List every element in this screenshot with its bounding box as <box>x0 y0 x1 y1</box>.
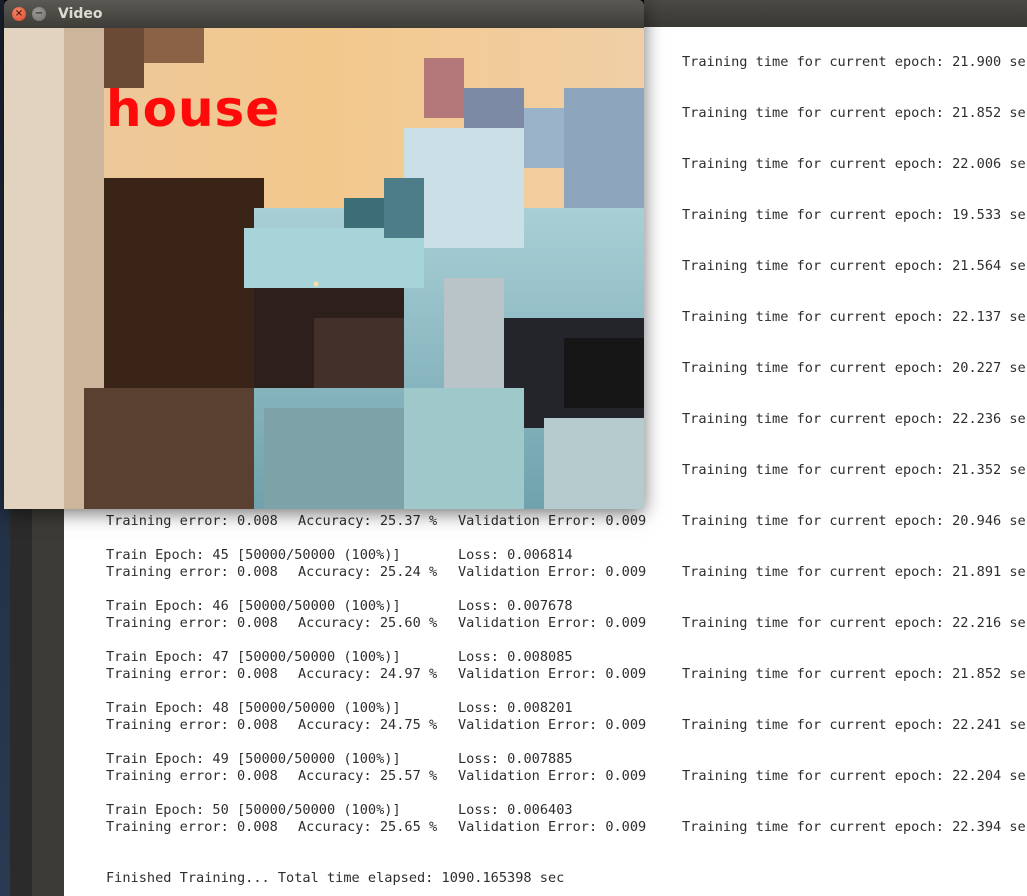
training-error-text: Training error: 0.008 <box>106 615 278 631</box>
accuracy-text: Accuracy: 24.75 % <box>298 717 438 733</box>
validation-error-text: Validation Error: 0.009 <box>458 564 647 580</box>
epoch-time-text: Training time for current epoch: 21.852 … <box>682 666 1027 682</box>
epoch-header-text: Train Epoch: 48 [50000/50000 (100%)] <box>106 700 401 716</box>
loss-text: Loss: 0.008201 <box>458 700 573 716</box>
epoch-time-text: Training time for current epoch: 21.891 … <box>682 564 1027 580</box>
epoch-time-text: Training time for current epoch: 22.241 … <box>682 717 1027 733</box>
loss-text: Loss: 0.006403 <box>458 802 573 818</box>
accuracy-text: Accuracy: 25.57 % <box>298 768 438 784</box>
epoch-time-text: Training time for current epoch: 22.006 … <box>682 156 1027 172</box>
epoch-header-text: Train Epoch: 47 [50000/50000 (100%)] <box>106 649 401 665</box>
epoch-header-text: Train Epoch: 45 [50000/50000 (100%)] <box>106 547 401 563</box>
epoch-header-text: Train Epoch: 46 [50000/50000 (100%)] <box>106 598 401 614</box>
finished-line: Finished Training... Total time elapsed:… <box>106 870 565 886</box>
epoch-time-text: Training time for current epoch: 19.533 … <box>682 207 1027 223</box>
prediction-label: house <box>106 80 281 138</box>
accuracy-text: Accuracy: 25.65 % <box>298 819 438 835</box>
epoch-time-text: Training time for current epoch: 20.227 … <box>682 360 1027 376</box>
epoch-time-text: Training time for current epoch: 21.564 … <box>682 258 1027 274</box>
training-error-text: Training error: 0.008 <box>106 819 278 835</box>
close-icon[interactable]: × <box>12 7 26 21</box>
validation-error-text: Validation Error: 0.009 <box>458 513 647 529</box>
loss-text: Loss: 0.006814 <box>458 547 573 563</box>
training-error-text: Training error: 0.008 <box>106 513 278 529</box>
accuracy-text: Accuracy: 24.97 % <box>298 666 438 682</box>
validation-error-text: Validation Error: 0.009 <box>458 615 647 631</box>
training-error-text: Training error: 0.008 <box>106 717 278 733</box>
epoch-header-text: Train Epoch: 50 [50000/50000 (100%)] <box>106 802 401 818</box>
training-error-text: Training error: 0.008 <box>106 768 278 784</box>
epoch-time-text: Training time for current epoch: 22.236 … <box>682 411 1027 427</box>
accuracy-text: Accuracy: 25.37 % <box>298 513 438 529</box>
validation-error-text: Validation Error: 0.009 <box>458 717 647 733</box>
epoch-time-text: Training time for current epoch: 22.394 … <box>682 819 1027 835</box>
loss-text: Loss: 0.008085 <box>458 649 573 665</box>
video-frame: house <box>4 28 644 509</box>
validation-error-text: Validation Error: 0.009 <box>458 819 647 835</box>
training-error-text: Training error: 0.008 <box>106 666 278 682</box>
video-titlebar[interactable]: × − Video <box>4 0 644 28</box>
accuracy-text: Accuracy: 25.60 % <box>298 615 438 631</box>
minimize-icon[interactable]: − <box>32 7 46 21</box>
training-error-text: Training error: 0.008 <box>106 564 278 580</box>
window-title: Video <box>58 6 103 22</box>
loss-text: Loss: 0.007885 <box>458 751 573 767</box>
webcam-image <box>4 28 644 509</box>
epoch-time-text: Training time for current epoch: 21.852 … <box>682 105 1027 121</box>
video-window[interactable]: × − Video house <box>4 0 644 509</box>
loss-text: Loss: 0.007678 <box>458 598 573 614</box>
accuracy-text: Accuracy: 25.24 % <box>298 564 438 580</box>
epoch-time-text: Training time for current epoch: 22.204 … <box>682 768 1027 784</box>
epoch-header-text: Train Epoch: 49 [50000/50000 (100%)] <box>106 751 401 767</box>
epoch-time-text: Training time for current epoch: 21.352 … <box>682 462 1027 478</box>
epoch-time-text: Training time for current epoch: 22.137 … <box>682 309 1027 325</box>
epoch-time-text: Training time for current epoch: 21.900 … <box>682 54 1027 70</box>
validation-error-text: Validation Error: 0.009 <box>458 666 647 682</box>
epoch-time-text: Training time for current epoch: 22.216 … <box>682 615 1027 631</box>
epoch-time-text: Training time for current epoch: 20.946 … <box>682 513 1027 529</box>
validation-error-text: Validation Error: 0.009 <box>458 768 647 784</box>
